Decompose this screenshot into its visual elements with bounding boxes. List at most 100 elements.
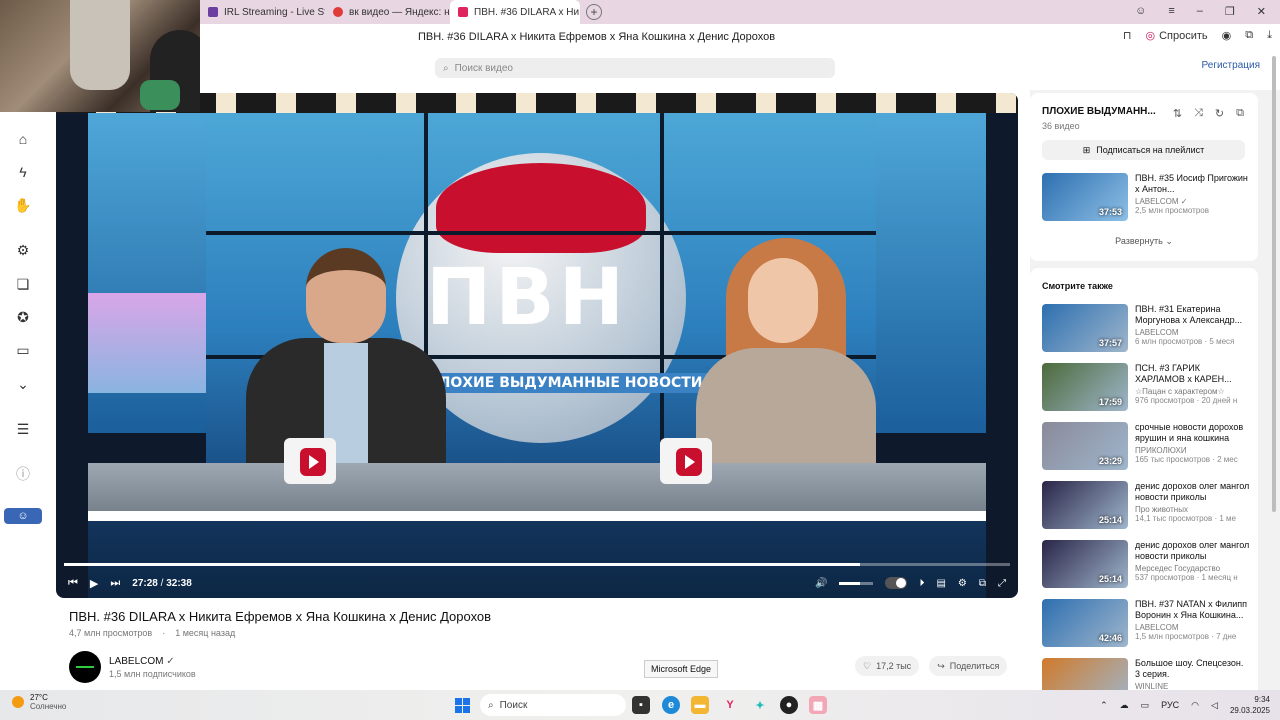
previous-icon[interactable]: ⏮	[68, 577, 78, 590]
video-thumbnail[interactable]: 42:46	[1042, 599, 1128, 647]
cloud-icon[interactable]: ☁	[1120, 700, 1129, 711]
obs-icon[interactable]: ●	[780, 696, 798, 714]
language-indicator[interactable]: РУС	[1161, 700, 1179, 710]
shorts-icon[interactable]: ϟ	[14, 163, 32, 181]
hand-icon[interactable]: ✋	[14, 196, 32, 214]
channel-avatar[interactable]	[69, 651, 101, 683]
video-thumbnail[interactable]: 25:14	[1042, 540, 1128, 588]
shuffle-icon[interactable]: ⤨	[1194, 107, 1203, 120]
video-thumbnail[interactable]: 37:57	[1042, 304, 1128, 352]
video-card-title[interactable]: ПВН. #31 Екатерина Моргунова x Александр…	[1135, 304, 1250, 326]
video-thumbnail[interactable]: 23:29	[1042, 422, 1128, 470]
page-scrollbar[interactable]	[1272, 56, 1276, 512]
task-view-icon[interactable]: ▪	[632, 696, 650, 714]
copy-icon[interactable]: ⧉	[1236, 107, 1244, 120]
video-card-title[interactable]: срочные новости дорохов ярушин и яна кош…	[1135, 422, 1250, 444]
settings-icon[interactable]: ⚙	[958, 578, 967, 589]
yandex-icon[interactable]: Y	[721, 696, 739, 714]
start-button-icon[interactable]	[455, 698, 470, 713]
subtitles-icon[interactable]: ▤	[936, 578, 945, 589]
wifi-icon[interactable]: ◠	[1191, 700, 1199, 711]
menu-icon[interactable]: ≡	[1168, 5, 1174, 18]
download-icon[interactable]: ⤓	[1267, 29, 1272, 42]
video-card-title[interactable]: денис дорохов олег мангол новости прикол…	[1135, 481, 1250, 503]
recommended-video-card[interactable]: 42:46 ПВН. #37 NATAN x Филипп Воронин x Я…	[1042, 599, 1252, 647]
playlist-item[interactable]: 37:53 ПВН. #35 Иосиф Пригожин x Антон...…	[1042, 173, 1252, 221]
address-bar[interactable]: ПВН. #36 DILARA x Никита Ефремов x Яна К…	[200, 24, 1280, 50]
video-card-title[interactable]: ПВН. #37 NATAN x Филипп Воронин x Яна Ко…	[1135, 599, 1250, 621]
video-card-title[interactable]: Большое шоу. Спецсезон. 3 серия.	[1135, 658, 1250, 680]
calculator-icon[interactable]: ▦	[809, 696, 827, 714]
play-circle-icon[interactable]: ⏵	[919, 578, 924, 589]
weather-widget[interactable]: 27°C Солнечно	[12, 693, 66, 711]
recommended-video-card[interactable]: 37:57 ПВН. #31 Екатерина Моргунова x Алек…	[1042, 304, 1252, 352]
video-thumbnail[interactable]: 37:53	[1042, 173, 1128, 221]
video-card-title[interactable]: ПСН. #3 ГАРИК ХАРЛАМОВ x КАРЕН...	[1135, 363, 1250, 385]
channel-block[interactable]: LABELCOM ✓ 1,5 млн подписчиков	[69, 651, 196, 683]
sort-icon[interactable]: ⇅	[1173, 107, 1182, 120]
recommended-video-card[interactable]: 25:14 денис дорохов олег мангол новости п…	[1042, 481, 1252, 529]
ask-button[interactable]: ◎ Спросить	[1145, 29, 1207, 43]
expand-label: Развернуть	[1115, 236, 1163, 246]
play-icon[interactable]: ▶	[90, 577, 98, 590]
channel-name[interactable]: LABELCOM	[109, 656, 163, 667]
recommended-video-card[interactable]: 25:14 денис дорохов олег мангол новости п…	[1042, 540, 1252, 588]
share-button[interactable]: ↪ Поделиться	[929, 656, 1008, 676]
fullscreen-icon[interactable]: ⤢	[998, 578, 1006, 589]
recommended-video-card[interactable]: 23:29 срочные новости дорохов ярушин и ян…	[1042, 422, 1252, 470]
account-icon[interactable]: ☺	[4, 508, 42, 524]
chevron-down-icon[interactable]: ⌄	[14, 375, 32, 393]
new-tab-button[interactable]: +	[586, 4, 602, 20]
taskbar-search[interactable]: ⌕ Поиск	[480, 694, 626, 716]
minimize-icon[interactable]: –	[1197, 5, 1203, 18]
register-link[interactable]: Регистрация	[1202, 60, 1260, 71]
like-button[interactable]: ♡ 17,2 тыс	[855, 656, 920, 676]
restore-icon[interactable]: ❐	[1225, 5, 1235, 18]
repeat-icon[interactable]: ↻	[1215, 107, 1224, 120]
playlist-title[interactable]: ПЛОХИЕ ВЫДУМАНН...	[1042, 106, 1156, 117]
home-icon[interactable]: ⌂	[14, 130, 32, 148]
translate-icon[interactable]: ⧉	[1245, 29, 1253, 42]
next-icon[interactable]: ⏭	[110, 577, 120, 590]
volume-icon[interactable]: 🔊	[815, 578, 827, 589]
autoplay-toggle[interactable]	[885, 577, 908, 589]
app-icon[interactable]: ✦	[751, 696, 769, 714]
recommended-video-card[interactable]: 17:59 ПСН. #3 ГАРИК ХАРЛАМОВ x КАРЕН... ☆П…	[1042, 363, 1252, 411]
search-input[interactable]: ⌕ Поиск видео	[435, 58, 835, 78]
clock[interactable]: 9:34 29.03.2025	[1230, 694, 1270, 716]
puzzle-icon[interactable]: ⚙	[14, 241, 32, 259]
tv-icon[interactable]: ▭	[14, 341, 32, 359]
video-card-title[interactable]: ПВН. #35 Иосиф Пригожин x Антон...	[1135, 173, 1250, 195]
browser-tab-active[interactable]: ПВН. #36 DILARA x Ни ✕	[450, 0, 580, 24]
site-header: ⌕ Поиск видео Регистрация	[200, 50, 1280, 90]
info-icon[interactable]: ⓘ	[14, 465, 32, 483]
browser-tab-yandex[interactable]: вк видео — Яндекс: нашл	[325, 0, 450, 24]
video-thumbnail[interactable]: 17:59	[1042, 363, 1128, 411]
explorer-icon[interactable]: ▬	[691, 696, 709, 714]
progress-bar[interactable]	[64, 563, 1010, 566]
ask-icon: ◎	[1145, 30, 1156, 42]
volume-slider[interactable]	[839, 581, 874, 585]
browser-tab-irl[interactable]: IRL Streaming - Live Strea	[200, 0, 325, 24]
bookmark-icon[interactable]: ⊓	[1123, 29, 1132, 42]
profile-icon[interactable]: ☺	[1135, 5, 1146, 18]
tab-label: вк видео — Яндекс: нашл	[349, 6, 450, 18]
speaker-icon[interactable]: ◁	[1211, 700, 1218, 711]
expand-playlist-button[interactable]: Развернуть ⌄	[1030, 236, 1258, 247]
video-meta: 4,7 млн просмотров · 1 месяц назад	[69, 628, 236, 638]
video-thumbnail[interactable]: 25:14	[1042, 481, 1128, 529]
gamepad-icon[interactable]: ✪	[14, 308, 32, 326]
network-icon[interactable]: ▭	[1141, 700, 1150, 711]
video-thumbnail[interactable]	[1042, 658, 1128, 690]
recommended-video-card[interactable]: Большое шоу. Спецсезон. 3 серия. WINLINE	[1042, 658, 1252, 690]
subscribe-playlist-button[interactable]: ⊞ Подписаться на плейлист	[1042, 140, 1245, 160]
video-player[interactable]: ПВН ПЛОХИЕ ВЫДУМАННЫЕ НОВОСТИ ⏮ ▶ ⏭ 27:2…	[56, 93, 1018, 598]
close-window-icon[interactable]: ✕	[1257, 5, 1266, 18]
edge-icon[interactable]: e	[662, 696, 680, 714]
pip-icon[interactable]: ⧉	[979, 578, 986, 589]
play-media-icon[interactable]: ◉	[1222, 29, 1232, 42]
list-icon[interactable]: ☰	[14, 420, 32, 438]
chevron-up-icon[interactable]: ⌃	[1100, 700, 1108, 711]
video-card-title[interactable]: денис дорохов олег мангол новости прикол…	[1135, 540, 1250, 562]
book-icon[interactable]: ❏	[14, 275, 32, 293]
